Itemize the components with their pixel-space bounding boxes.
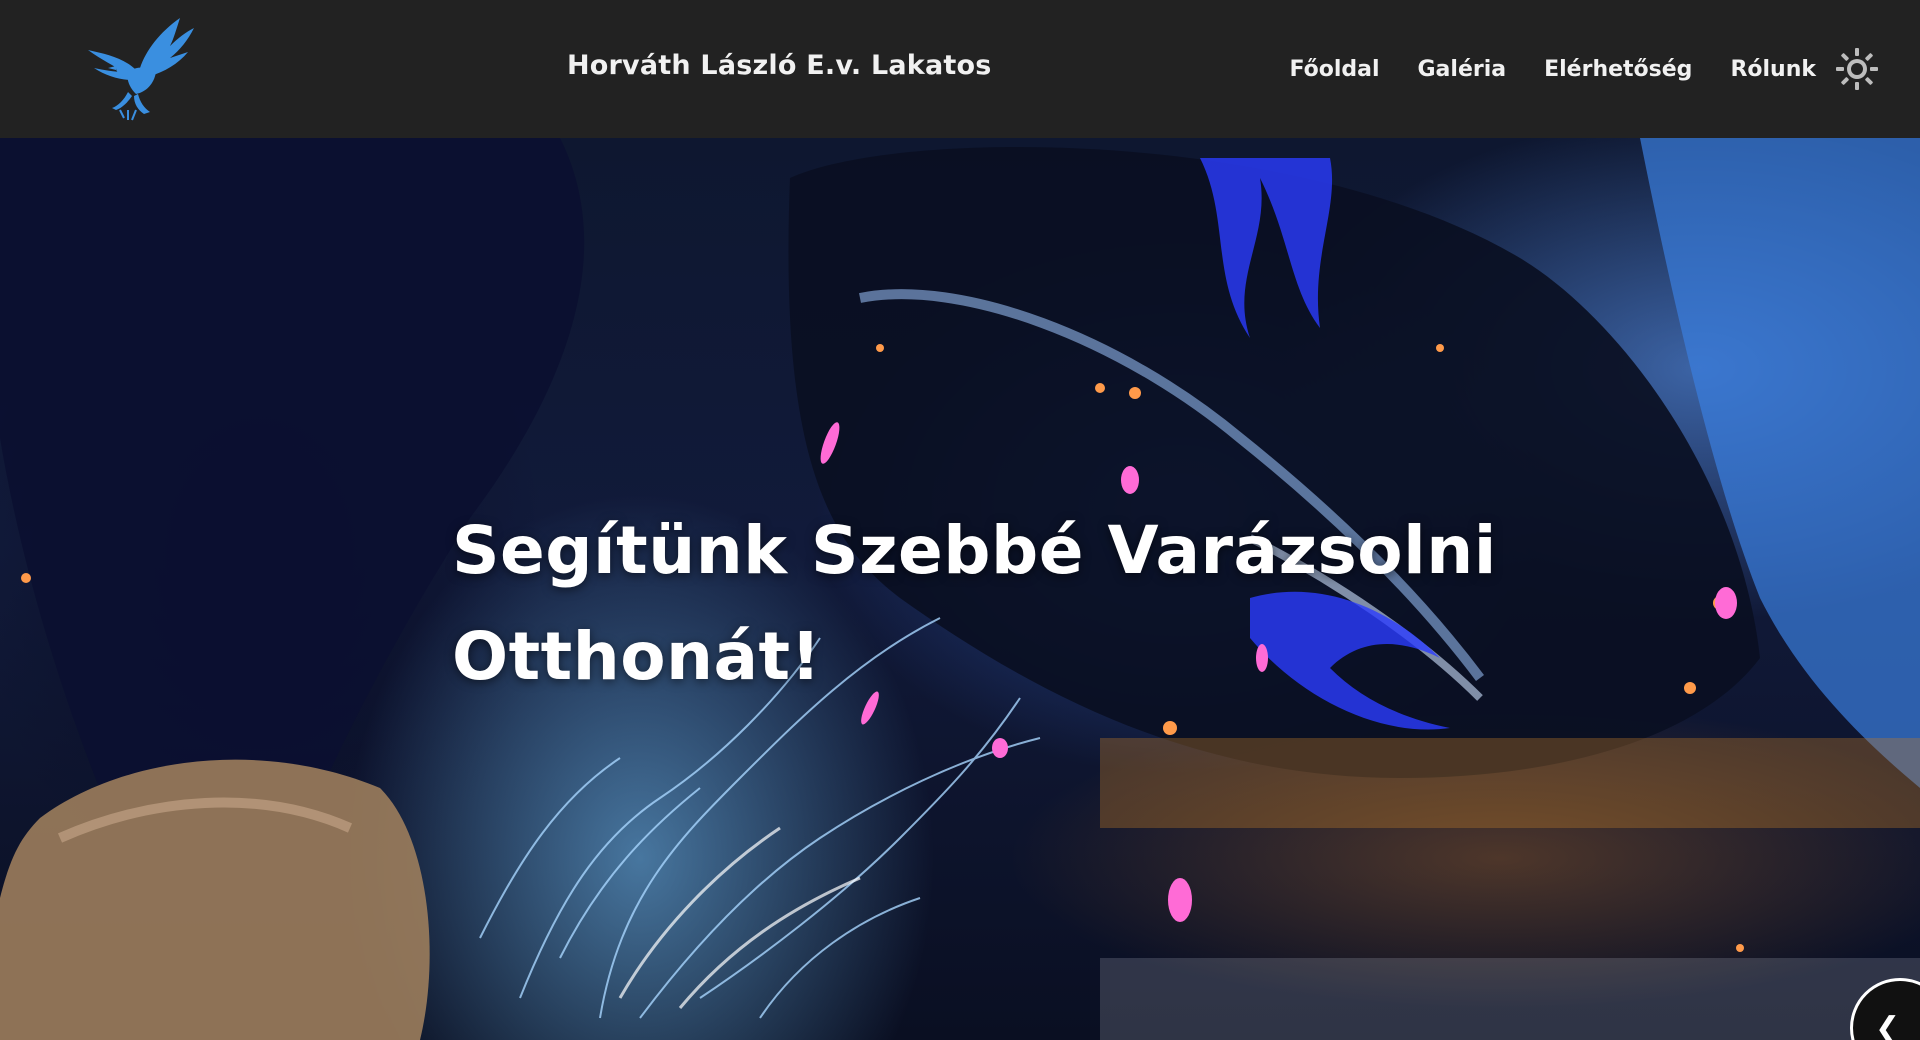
eagle-logo-icon[interactable] [84,10,198,124]
nav-link-gallery[interactable]: Galéria [1418,57,1507,82]
hero-title: Segítünk Szebbé Varázsolni Otthonát! [452,512,1497,695]
site-title[interactable]: Horváth László E.v. Lakatos [567,50,992,81]
hero-section: Segítünk Szebbé Varázsolni Otthonát! ❮ [0,138,1920,1040]
nav-link-contact[interactable]: Elérhetőség [1544,57,1692,82]
chevron-left-icon: ❮ [1875,1011,1901,1040]
nav-link-about[interactable]: Rólunk [1730,57,1816,82]
top-navbar: Horváth László E.v. Lakatos Főoldal Galé… [0,0,1920,138]
sun-icon [1836,48,1878,90]
theme-toggle-button[interactable] [1834,46,1880,92]
nav-link-home[interactable]: Főoldal [1289,57,1379,82]
main-nav: Főoldal Galéria Elérhetőség Rólunk [1289,40,1880,98]
